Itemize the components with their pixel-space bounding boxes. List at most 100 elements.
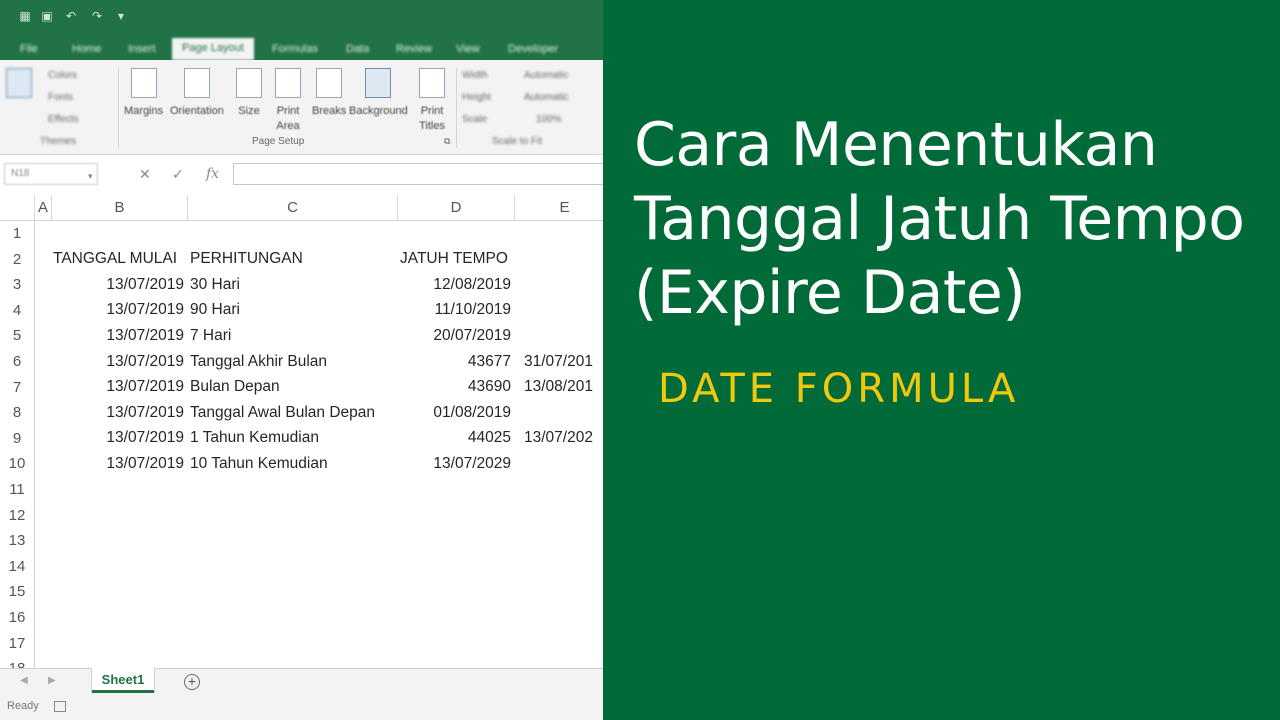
row-header[interactable]: 5: [0, 323, 34, 349]
row-header[interactable]: 7: [0, 375, 34, 401]
cell-calculation[interactable]: Tanggal Awal Bulan Depan: [190, 400, 375, 426]
orientation-label: Orientation: [170, 105, 224, 117]
row-header[interactable]: 10: [0, 451, 34, 477]
tab-insert[interactable]: Insert: [118, 39, 166, 60]
row-header[interactable]: 14: [0, 554, 34, 580]
colors-button[interactable]: Colors: [48, 70, 77, 81]
worksheet-grid[interactable]: A B C D E 1 2 3 4 5 6 7 8 9 10 11 12 13 …: [0, 195, 603, 668]
customize-toolbar-icon[interactable]: ▾: [114, 9, 128, 23]
column-header-d[interactable]: D: [398, 195, 515, 221]
effects-button[interactable]: Effects: [48, 114, 78, 125]
tab-view[interactable]: View: [446, 39, 490, 60]
cell-start-date[interactable]: 13/07/2019: [52, 451, 184, 477]
row-header[interactable]: 9: [0, 426, 34, 452]
cell-due-date[interactable]: 01/08/2019: [398, 400, 511, 426]
cell-calculation[interactable]: 10 Tahun Kemudian: [190, 451, 328, 477]
cell-due-date[interactable]: 13/07/2029: [398, 451, 511, 477]
macro-record-icon[interactable]: [54, 701, 66, 712]
row-header[interactable]: 1: [0, 221, 34, 247]
cancel-icon[interactable]: ✕: [139, 165, 151, 183]
scroll-left-icon[interactable]: ◀: [20, 675, 28, 686]
cell-calculation[interactable]: 7 Hari: [190, 323, 231, 349]
fonts-button[interactable]: Fonts: [48, 92, 73, 103]
column-header-b[interactable]: B: [52, 195, 188, 221]
cell-start-date[interactable]: 13/07/2019: [52, 425, 184, 451]
redo-icon[interactable]: ↷: [90, 9, 104, 23]
breaks-button[interactable]: Breaks: [312, 68, 346, 119]
print-area-button[interactable]: Print Area: [272, 68, 304, 134]
cell-start-date[interactable]: 13/07/2019: [52, 374, 184, 400]
cell-calculation[interactable]: 1 Tahun Kemudian: [190, 425, 319, 451]
print-titles-button[interactable]: Print Titles: [416, 68, 448, 134]
select-all-corner[interactable]: [0, 195, 35, 221]
video-title: Cara Menentukan Tanggal Jatuh Tempo (Exp…: [634, 108, 1274, 330]
header-cell-due-date[interactable]: JATUH TEMPO: [400, 246, 508, 272]
header-cell-calculation[interactable]: PERHITUNGAN: [190, 246, 303, 272]
page-setup-launcher-icon[interactable]: ⧉: [444, 136, 450, 147]
cell-due-date[interactable]: 43677: [398, 349, 511, 375]
tab-review[interactable]: Review: [386, 39, 442, 60]
header-cell-start-date[interactable]: TANGGAL MULAI: [53, 246, 177, 272]
tab-data[interactable]: Data: [336, 39, 379, 60]
add-sheet-icon[interactable]: +: [184, 674, 200, 690]
scale-label: Scale: [462, 114, 488, 125]
tab-file[interactable]: File: [10, 39, 48, 60]
cell-calculation[interactable]: Bulan Depan: [190, 374, 280, 400]
cell-calculation[interactable]: 90 Hari: [190, 297, 240, 323]
formula-input[interactable]: [233, 163, 603, 185]
row-header[interactable]: 11: [0, 477, 34, 503]
row-header[interactable]: 12: [0, 503, 34, 529]
row-header[interactable]: 15: [0, 579, 34, 605]
cell-due-date[interactable]: 43690: [398, 374, 511, 400]
column-header-e[interactable]: E: [515, 195, 603, 221]
cell-due-date[interactable]: 20/07/2019: [398, 323, 511, 349]
cell-due-date[interactable]: 44025: [398, 425, 511, 451]
scale-spinner[interactable]: 100%: [536, 114, 562, 125]
cell-start-date[interactable]: 13/07/2019: [52, 349, 184, 375]
cell-formatted-date[interactable]: 13/07/202: [524, 425, 593, 451]
row-header[interactable]: 6: [0, 349, 34, 375]
tab-formulas[interactable]: Formulas: [262, 39, 328, 60]
tab-page-layout[interactable]: Page Layout: [172, 38, 254, 60]
undo-icon[interactable]: ↶: [64, 9, 78, 23]
row-header[interactable]: 3: [0, 272, 34, 298]
orientation-button[interactable]: Orientation: [170, 68, 224, 119]
breaks-label: Breaks: [312, 105, 347, 117]
cell-due-date[interactable]: 11/10/2019: [398, 297, 511, 323]
row-header[interactable]: 13: [0, 528, 34, 554]
row-header[interactable]: 17: [0, 631, 34, 657]
width-select[interactable]: Automatic: [524, 70, 568, 81]
row-header[interactable]: 8: [0, 400, 34, 426]
row-header[interactable]: 2: [0, 247, 34, 273]
cell-due-date[interactable]: 12/08/2019: [398, 272, 511, 298]
enter-icon[interactable]: ✓: [172, 165, 184, 183]
background-button[interactable]: Background: [349, 68, 408, 119]
cell-start-date[interactable]: 13/07/2019: [52, 400, 184, 426]
sheet-tab-sheet1[interactable]: Sheet1: [92, 668, 154, 693]
column-header-c[interactable]: C: [188, 195, 398, 221]
cell-formatted-date[interactable]: 13/08/201: [524, 374, 593, 400]
cell-start-date[interactable]: 13/07/2019: [52, 297, 184, 323]
cell-calculation[interactable]: Tanggal Akhir Bulan: [190, 349, 327, 375]
name-box-dropdown-icon[interactable]: ▾: [88, 167, 93, 185]
column-header-a[interactable]: A: [35, 195, 52, 221]
row-header[interactable]: 18: [0, 656, 34, 668]
row-header[interactable]: 4: [0, 298, 34, 324]
themes-button[interactable]: [6, 68, 32, 104]
margins-button[interactable]: Margins: [124, 68, 163, 119]
tab-developer[interactable]: Developer: [498, 39, 568, 60]
cell-formatted-date[interactable]: 31/07/201: [524, 349, 593, 375]
insert-function-icon[interactable]: fx: [206, 165, 219, 183]
cell-start-date[interactable]: 13/07/2019: [52, 323, 184, 349]
name-box[interactable]: N18: [4, 163, 98, 185]
save-icon[interactable]: ▣: [40, 9, 54, 23]
scroll-right-icon[interactable]: ▶: [48, 675, 56, 686]
cell-calculation[interactable]: 30 Hari: [190, 272, 240, 298]
tab-home[interactable]: Home: [62, 39, 111, 60]
cell-start-date[interactable]: 13/07/2019: [52, 272, 184, 298]
height-select[interactable]: Automatic: [524, 92, 568, 103]
size-button[interactable]: Size: [236, 68, 262, 119]
row-header[interactable]: 16: [0, 605, 34, 631]
title-line: (Expire Date): [634, 258, 1026, 328]
ribbon: Colors Fonts Effects Themes Margins Orie…: [0, 60, 603, 155]
